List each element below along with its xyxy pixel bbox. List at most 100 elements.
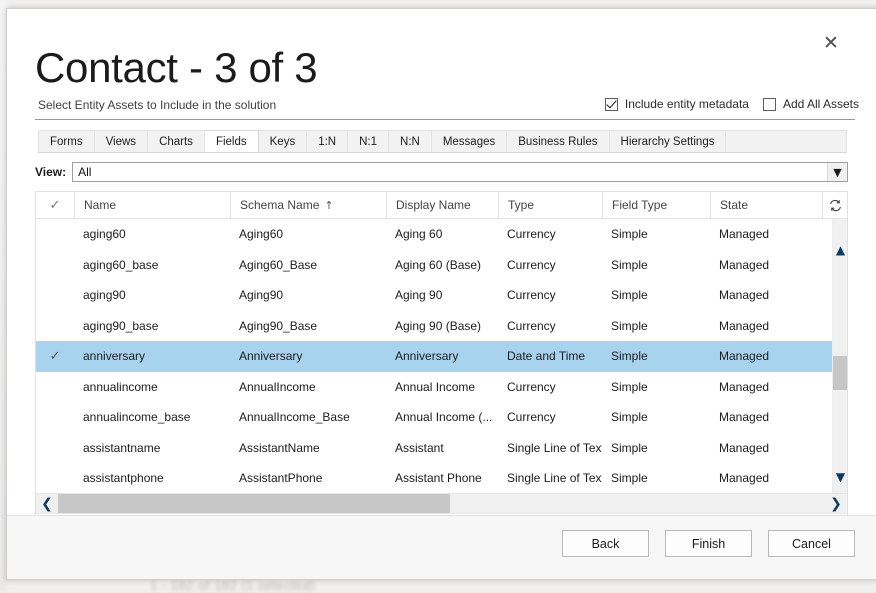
grid-rows: aging60 Aging60 Aging 60 Currency Simple… [36, 219, 832, 494]
tab-views[interactable]: Views [95, 130, 148, 152]
page-title: Contact - 3 of 3 [35, 47, 317, 89]
header-divider [35, 119, 855, 120]
include-entity-metadata-checkbox[interactable]: Include entity metadata [605, 97, 749, 111]
finish-button[interactable]: Finish [665, 530, 752, 557]
column-header-display-name[interactable]: Display Name [386, 192, 498, 218]
cell-display-name: Aging 90 (Base) [386, 319, 498, 333]
tab-hierarchy-settings[interactable]: Hierarchy Settings [610, 130, 727, 152]
table-row[interactable]: aging60_base Aging60_Base Aging 60 (Base… [36, 250, 832, 281]
cancel-button[interactable]: Cancel [768, 530, 855, 557]
close-icon[interactable]: ✕ [817, 29, 845, 57]
chevron-left-icon[interactable]: ❮ [36, 494, 58, 513]
tab-forms[interactable]: Forms [38, 130, 95, 152]
tab-messages[interactable]: Messages [432, 130, 507, 152]
cell-type: Currency [498, 410, 602, 424]
column-header-name-label: Name [84, 198, 116, 212]
table-row-selected[interactable]: ✓ anniversary Anniversary Anniversary Da… [36, 341, 832, 372]
dialog-options: Include entity metadata Add All Assets [605, 97, 859, 111]
cell-name: annualincome_base [74, 410, 230, 424]
column-header-type-label: Type [508, 198, 534, 212]
grid-body: aging60 Aging60 Aging 60 Currency Simple… [36, 219, 847, 505]
column-header-field-type[interactable]: Field Type [602, 192, 710, 218]
cell-name: aging60 [74, 227, 230, 241]
cell-display-name: Aging 60 [386, 227, 498, 241]
table-row[interactable]: assistantname AssistantName Assistant Si… [36, 433, 832, 464]
column-header-state[interactable]: State [710, 192, 822, 218]
grid-header-row: ✓ Name Schema Name ↑ Display Name Type F… [36, 192, 847, 219]
chevron-up-icon[interactable]: ▲ [833, 241, 847, 258]
cell-type: Currency [498, 380, 602, 394]
backdrop-ghost-text: 1 - 182 of 182 (1 selected) [150, 578, 315, 593]
cell-schema-name: AssistantPhone [230, 471, 386, 485]
tab-charts[interactable]: Charts [148, 130, 205, 152]
table-row[interactable]: assistantphone AssistantPhone Assistant … [36, 463, 832, 494]
add-all-assets-checkbox[interactable]: Add All Assets [763, 97, 859, 111]
tab-fields[interactable]: Fields [205, 130, 259, 152]
cell-type: Currency [498, 319, 602, 333]
tab-keys[interactable]: Keys [259, 130, 308, 152]
cell-type: Date and Time [498, 349, 602, 363]
cell-field-type: Simple [602, 441, 710, 455]
cell-schema-name: AnnualIncome [230, 380, 386, 394]
table-row[interactable]: aging90 Aging90 Aging 90 Currency Simple… [36, 280, 832, 311]
chevron-right-icon[interactable]: ❯ [825, 494, 847, 513]
view-select[interactable]: All ▼ [72, 162, 848, 182]
tab-1n[interactable]: 1:N [307, 130, 348, 152]
footer-buttons: Back Finish Cancel [562, 530, 855, 557]
horizontal-scrollbar[interactable]: ❮ ❯ [36, 493, 847, 513]
column-header-name[interactable]: Name [74, 192, 230, 218]
cell-field-type: Simple [602, 471, 710, 485]
cell-state: Managed [710, 410, 822, 424]
table-row[interactable]: aging60 Aging60 Aging 60 Currency Simple… [36, 219, 832, 250]
column-header-field-type-label: Field Type [612, 198, 667, 212]
table-row[interactable]: annualincome AnnualIncome Annual Income … [36, 372, 832, 403]
row-check-icon[interactable]: ✓ [36, 349, 74, 364]
cell-name: aging90 [74, 288, 230, 302]
cell-schema-name: AnnualIncome_Base [230, 410, 386, 424]
cell-type: Currency [498, 258, 602, 272]
tab-nn[interactable]: N:N [389, 130, 432, 152]
cell-state: Managed [710, 349, 822, 363]
cell-display-name: Annual Income [386, 380, 498, 394]
cell-name: aging90_base [74, 319, 230, 333]
chevron-down-icon[interactable]: ▼ [833, 468, 847, 485]
cell-type: Single Line of Text [498, 441, 602, 455]
view-label: View: [35, 165, 66, 179]
cell-field-type: Simple [602, 258, 710, 272]
tab-business-rules[interactable]: Business Rules [507, 130, 609, 152]
cell-field-type: Simple [602, 410, 710, 424]
cell-schema-name: Aging90 [230, 288, 386, 302]
cell-schema-name: AssistantName [230, 441, 386, 455]
cell-field-type: Simple [602, 288, 710, 302]
cell-name: aging60_base [74, 258, 230, 272]
cell-field-type: Simple [602, 227, 710, 241]
cell-name: annualincome [74, 380, 230, 394]
refresh-icon[interactable] [822, 192, 847, 218]
tab-strip-filler [726, 130, 847, 152]
vertical-scrollbar-thumb[interactable] [833, 356, 847, 390]
cell-display-name: Assistant Phone [386, 471, 498, 485]
tab-n1[interactable]: N:1 [348, 130, 389, 152]
entity-assets-dialog: ✕ Contact - 3 of 3 Select Entity Assets … [6, 8, 876, 580]
checkbox-box-checked [605, 98, 618, 111]
cell-display-name: Aging 90 [386, 288, 498, 302]
sort-ascending-icon: ↑ [324, 199, 333, 212]
column-header-schema-name[interactable]: Schema Name ↑ [230, 192, 386, 218]
cell-type: Currency [498, 288, 602, 302]
dialog-footer: Back Finish Cancel [7, 515, 876, 579]
table-row[interactable]: aging90_base Aging90_Base Aging 90 (Base… [36, 311, 832, 342]
column-header-display-name-label: Display Name [396, 198, 471, 212]
select-all-checkmark-icon[interactable]: ✓ [36, 192, 74, 218]
cell-state: Managed [710, 441, 822, 455]
cell-schema-name: Aging60_Base [230, 258, 386, 272]
vertical-scrollbar[interactable]: ▲ ▼ [832, 219, 847, 505]
cell-schema-name: Aging60 [230, 227, 386, 241]
horizontal-scrollbar-thumb[interactable] [58, 494, 450, 513]
table-row[interactable]: annualincome_base AnnualIncome_Base Annu… [36, 402, 832, 433]
column-header-type[interactable]: Type [498, 192, 602, 218]
horizontal-scrollbar-track[interactable] [58, 494, 825, 513]
cell-type: Currency [498, 227, 602, 241]
back-button[interactable]: Back [562, 530, 649, 557]
cell-field-type: Simple [602, 349, 710, 363]
cell-state: Managed [710, 319, 822, 333]
